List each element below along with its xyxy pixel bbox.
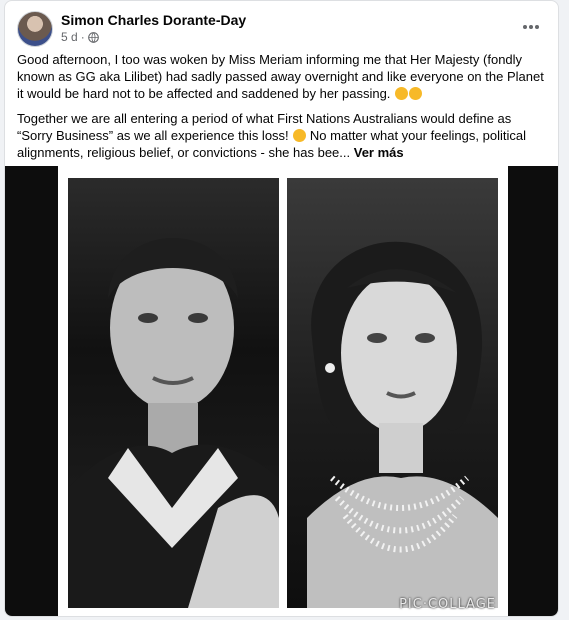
more-options-icon[interactable] — [519, 17, 543, 37]
photo-collage[interactable]: PIC·COLLAGE — [58, 166, 508, 616]
post-meta: 5 d · — [61, 30, 99, 44]
collage-watermark: PIC·COLLAGE — [399, 597, 496, 612]
post-card: Simon Charles Dorante-Day 5 d · Good aft… — [4, 0, 559, 617]
sad-face-emoji-icon — [293, 129, 307, 142]
globe-icon — [87, 31, 99, 43]
sad-face-emoji-icon — [395, 87, 409, 100]
author-avatar[interactable] — [17, 11, 53, 47]
collage-photo-woman — [287, 178, 498, 608]
post-media[interactable]: PIC·COLLAGE — [5, 166, 558, 616]
author-name[interactable]: Simon Charles Dorante-Day — [61, 12, 246, 28]
sad-face-emoji-icon — [409, 87, 423, 100]
see-more-link[interactable]: Ver más — [354, 145, 404, 160]
meta-separator: · — [80, 30, 85, 44]
post-paragraph-2: Together we are all entering a period of… — [17, 111, 526, 160]
post-time[interactable]: 5 d — [61, 30, 78, 44]
collage-photo-man — [68, 178, 279, 608]
post-header: Simon Charles Dorante-Day 5 d · — [17, 11, 547, 47]
post-text: Good afternoon, I too was woken by Miss … — [17, 51, 547, 169]
post-paragraph-1: Good afternoon, I too was woken by Miss … — [17, 52, 544, 101]
